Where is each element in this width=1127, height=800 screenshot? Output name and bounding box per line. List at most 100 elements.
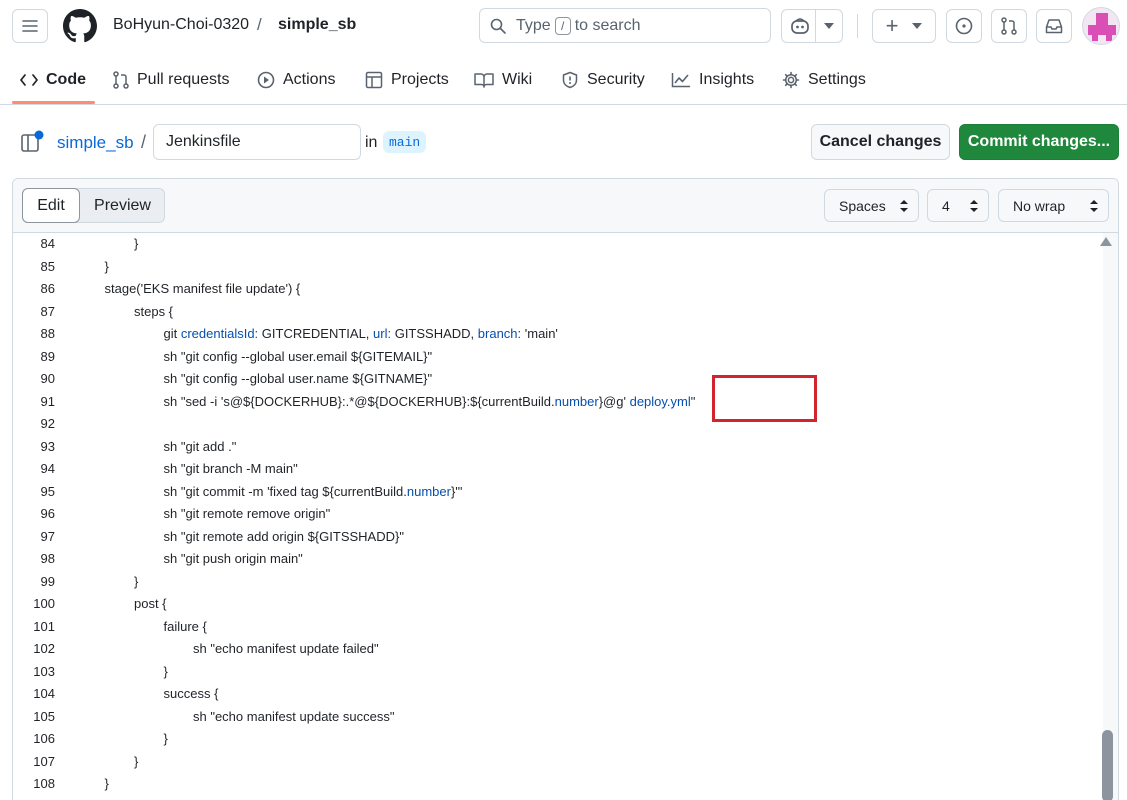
edit-preview-toggle: Edit Preview xyxy=(22,188,165,223)
editor-toolbar: Edit Preview Spaces 4 No wrap xyxy=(13,179,1118,233)
editor-scrollbar-thumb[interactable] xyxy=(1102,730,1113,800)
code-text: post { xyxy=(134,593,167,616)
search-input[interactable]: Type / to search xyxy=(479,8,771,43)
issues-button[interactable] xyxy=(946,9,982,43)
tab-label: Projects xyxy=(391,71,449,88)
user-avatar[interactable] xyxy=(1082,7,1120,45)
indent-mode-value: Spaces xyxy=(839,197,886,214)
inbox-button[interactable] xyxy=(1036,9,1072,43)
copilot-button[interactable] xyxy=(781,9,843,43)
sidepanel-expand-icon[interactable] xyxy=(20,130,44,154)
code-line[interactable]: 106} xyxy=(13,728,1103,751)
code-line[interactable]: 84} xyxy=(13,233,1103,256)
edit-tab-button[interactable]: Edit xyxy=(22,188,80,223)
breadcrumb-repo[interactable]: simple_sb xyxy=(278,16,356,34)
file-breadcrumb-separator: / xyxy=(141,132,147,152)
line-number: 103 xyxy=(33,663,55,679)
filename-input[interactable] xyxy=(153,124,361,160)
code-token: stage('EKS manifest file update') { xyxy=(104,281,301,296)
line-number: 101 xyxy=(33,618,55,634)
code-line[interactable]: 95 sh "git commit -m 'fixed tag ${current… xyxy=(13,481,1103,504)
line-number: 93 xyxy=(40,438,55,454)
code-line[interactable]: 98 sh "git push origin main" xyxy=(13,548,1103,571)
select-caret-icon xyxy=(1090,200,1098,212)
code-line[interactable]: 93 sh "git add ." xyxy=(13,436,1103,459)
code-line[interactable]: 105 sh "echo manifest update success" xyxy=(13,706,1103,729)
header-divider xyxy=(857,14,858,38)
code-token: } xyxy=(104,776,109,791)
code-line[interactable]: 107} xyxy=(13,751,1103,774)
git-pull-request-icon xyxy=(113,71,129,89)
code-text: } xyxy=(134,751,138,774)
code-text: } xyxy=(134,233,138,256)
code-line[interactable]: 99} xyxy=(13,571,1103,594)
tab-actions[interactable]: Actions xyxy=(257,56,335,104)
code-line[interactable]: 94 sh "git branch -M main" xyxy=(13,458,1103,481)
code-text: } xyxy=(164,728,168,751)
code-token: sh "git commit -m 'fixed tag ${currentBu… xyxy=(163,483,407,499)
code-line[interactable]: 90 sh "git config --global user.name ${GI… xyxy=(13,368,1103,391)
code-line[interactable]: 104 success { xyxy=(13,683,1103,706)
indent-mode-select[interactable]: Spaces xyxy=(824,189,919,222)
file-breadcrumb-repo[interactable]: simple_sb xyxy=(57,133,134,153)
tab-label: Insights xyxy=(699,71,755,88)
indent-size-select[interactable]: 4 xyxy=(927,189,989,222)
code-token-keyword: number xyxy=(406,483,451,499)
branch-badge: main xyxy=(383,131,427,153)
code-line[interactable]: 97 sh "git remote add origin ${GITSSHADD}… xyxy=(13,526,1103,549)
code-line[interactable]: 96 sh "git remote remove origin" xyxy=(13,503,1103,526)
code-line[interactable]: 91 sh "sed -i 's@${DOCKERHUB}:.*@${DOCKER… xyxy=(13,391,1103,414)
cancel-changes-button[interactable]: Cancel changes xyxy=(811,124,950,160)
code-line[interactable]: 89 sh "git config --global user.email ${G… xyxy=(13,346,1103,369)
tab-code[interactable]: Code xyxy=(20,56,86,104)
code-line[interactable]: 87 steps { xyxy=(13,301,1103,324)
create-new-button[interactable]: + xyxy=(872,9,936,43)
code-token: failure { xyxy=(163,618,207,634)
active-tab-indicator xyxy=(12,101,95,104)
code-line[interactable]: 101 failure { xyxy=(13,616,1103,639)
code-line[interactable]: 85} xyxy=(13,256,1103,279)
code-line[interactable]: 100 post { xyxy=(13,593,1103,616)
scroll-up-arrow-icon[interactable] xyxy=(1100,237,1112,246)
code-token: } xyxy=(104,258,109,274)
code-token: sh "git branch -M main" xyxy=(163,461,298,476)
code-line[interactable]: 92 xyxy=(13,413,1103,436)
tab-insights[interactable]: Insights xyxy=(671,56,754,104)
pull-requests-button[interactable] xyxy=(991,9,1027,43)
tab-label: Pull requests xyxy=(137,71,230,88)
line-number: 86 xyxy=(40,281,55,296)
editor-scrollbar-track[interactable] xyxy=(1103,233,1118,800)
code-line[interactable]: 109 xyxy=(13,796,1103,800)
tab-pull-requests[interactable]: Pull requests xyxy=(113,56,230,104)
tab-wiki[interactable]: Wiki xyxy=(474,56,532,104)
code-content[interactable]: 84} 85} 86 stage('EKS manifest file update'… xyxy=(13,233,1103,800)
identicon-icon xyxy=(1088,13,1116,41)
code-text: stage('EKS manifest file update') { xyxy=(105,278,301,301)
branch-in-label: in xyxy=(365,134,378,151)
code-line[interactable]: 88 git credentialsId: GITCREDENTIAL, url:… xyxy=(13,323,1103,346)
code-token: success { xyxy=(163,686,219,701)
code-line[interactable]: 102 sh "echo manifest update failed" xyxy=(13,638,1103,661)
code-token: GITSSHADD, xyxy=(391,326,478,341)
wrap-mode-select[interactable]: No wrap xyxy=(998,189,1109,222)
plus-icon: + xyxy=(885,13,899,38)
search-shortcut-key: / xyxy=(554,16,571,35)
tab-projects[interactable]: Projects xyxy=(365,56,449,104)
tab-security[interactable]: Security xyxy=(561,56,645,104)
code-line[interactable]: 103} xyxy=(13,661,1103,684)
code-token: git xyxy=(163,326,181,341)
line-number: 84 xyxy=(40,236,55,251)
code-text: sh "git remote remove origin" xyxy=(164,503,331,526)
commit-changes-button[interactable]: Commit changes... xyxy=(959,124,1119,160)
code-text: sh "git add ." xyxy=(164,436,237,459)
menu-button[interactable] xyxy=(12,9,48,43)
line-number: 98 xyxy=(40,551,55,566)
code-line[interactable]: 86 stage('EKS manifest file update') { xyxy=(13,278,1103,301)
preview-tab-button[interactable]: Preview xyxy=(80,189,165,222)
code-line[interactable]: 108} xyxy=(13,773,1103,796)
book-icon xyxy=(474,73,494,88)
code-token: } xyxy=(163,731,168,746)
github-logo-icon[interactable] xyxy=(63,9,97,43)
breadcrumb-owner[interactable]: BoHyun-Choi-0320 xyxy=(113,16,249,34)
tab-settings[interactable]: Settings xyxy=(782,56,866,104)
